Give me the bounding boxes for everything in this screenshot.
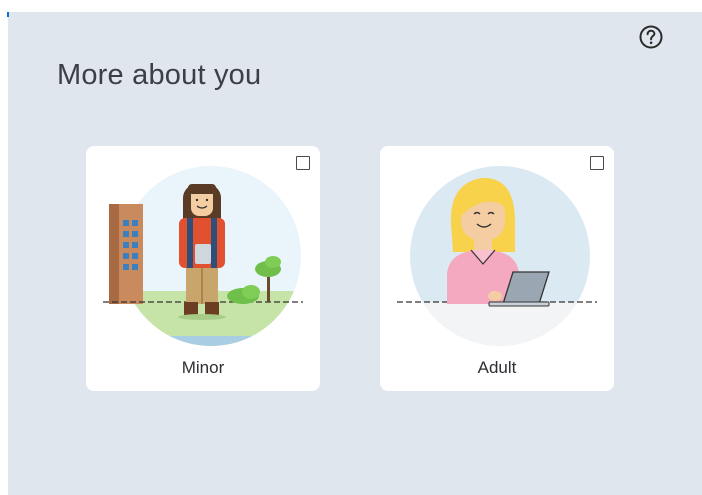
adult-label: Adult — [477, 358, 517, 377]
option-card-adult[interactable]: Adult — [380, 146, 614, 391]
help-icon[interactable] — [638, 24, 664, 50]
option-card-minor[interactable]: Minor — [86, 146, 320, 391]
minor-illustration — [103, 166, 303, 346]
adult-illustration — [397, 166, 597, 346]
page-title: More about you — [57, 59, 262, 91]
minor-label: Minor — [181, 358, 225, 377]
focus-marker — [7, 12, 9, 17]
